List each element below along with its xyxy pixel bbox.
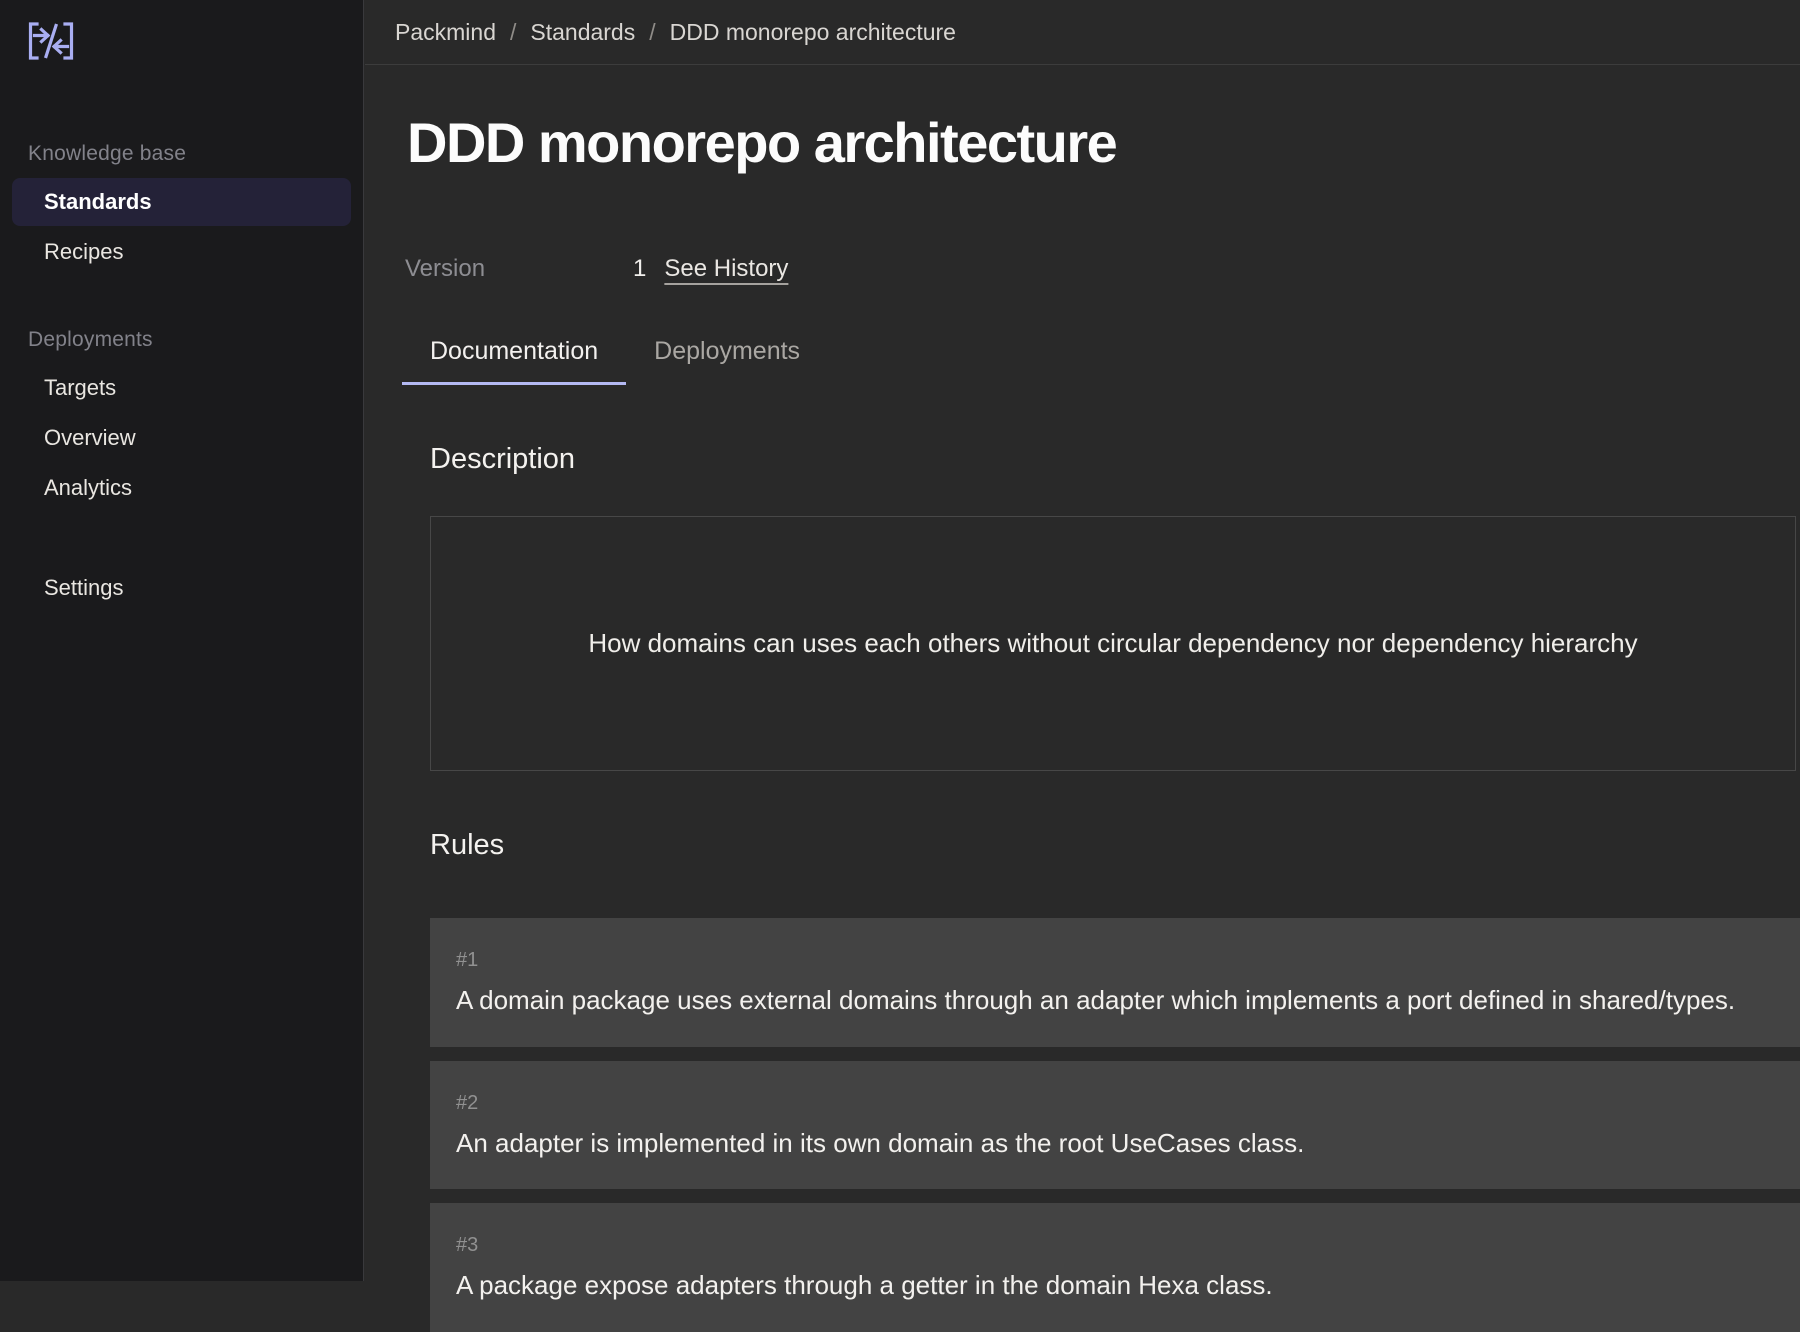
- breadcrumb-separator: /: [649, 19, 655, 46]
- tab-deployments[interactable]: Deployments: [626, 329, 828, 385]
- version-value: 1: [633, 255, 646, 283]
- sidebar-item-label: Targets: [28, 375, 335, 401]
- rule-text: A domain package uses external domains t…: [456, 984, 1774, 1017]
- version-label: Version: [405, 255, 633, 283]
- rule-card: #3 A package expose adapters through a g…: [430, 1203, 1800, 1332]
- main-area: Packmind / Standards / DDD monorepo arch…: [365, 0, 1800, 1281]
- packmind-logo-icon: [26, 20, 76, 62]
- sidebar-spacer: [0, 278, 363, 312]
- sidebar-item-settings[interactable]: Settings: [12, 564, 351, 612]
- rule-card: #2 An adapter is implemented in its own …: [430, 1061, 1800, 1190]
- sidebar-item-label: Settings: [28, 575, 335, 601]
- tab-bar: Documentation Deployments: [402, 329, 1800, 385]
- version-row: Version 1 See History: [405, 255, 1800, 283]
- rule-number: #1: [456, 949, 1774, 972]
- rule-number: #2: [456, 1092, 1774, 1115]
- sidebar-item-standards[interactable]: Standards: [12, 178, 351, 226]
- sidebar-item-targets[interactable]: Targets: [12, 364, 351, 412]
- rule-text: A package expose adapters through a gett…: [456, 1269, 1774, 1302]
- sidebar-item-recipes[interactable]: Recipes: [12, 228, 351, 276]
- sidebar-item-label: Analytics: [28, 475, 335, 501]
- documentation-panel: Description How domains can uses each ot…: [430, 443, 1796, 1332]
- description-box: How domains can uses each others without…: [430, 516, 1796, 771]
- breadcrumb-standards[interactable]: Standards: [530, 19, 635, 46]
- rules-list: #1 A domain package uses external domain…: [430, 918, 1800, 1332]
- rules-heading: Rules: [430, 829, 1796, 862]
- see-history-link[interactable]: See History: [664, 255, 788, 283]
- sidebar-spacer: [0, 514, 363, 562]
- sidebar-item-overview[interactable]: Overview: [12, 414, 351, 462]
- breadcrumb-current-page: DDD monorepo architecture: [670, 19, 956, 46]
- sidebar-item-label: Recipes: [28, 239, 335, 265]
- sidebar-item-analytics[interactable]: Analytics: [12, 464, 351, 512]
- top-bar: Packmind / Standards / DDD monorepo arch…: [365, 0, 1800, 65]
- description-text: How domains can uses each others without…: [558, 628, 1667, 659]
- description-heading: Description: [430, 443, 1796, 476]
- page-content: DDD monorepo architecture Version 1 See …: [365, 111, 1800, 1332]
- rule-number: #3: [456, 1234, 1774, 1257]
- sidebar-section-knowledge-base: Knowledge base: [0, 132, 363, 176]
- breadcrumb-separator: /: [510, 19, 516, 46]
- tab-documentation[interactable]: Documentation: [402, 329, 626, 385]
- sidebar-item-label: Standards: [28, 189, 335, 215]
- breadcrumb-packmind[interactable]: Packmind: [395, 19, 496, 46]
- breadcrumb: Packmind / Standards / DDD monorepo arch…: [395, 19, 956, 46]
- page-title: DDD monorepo architecture: [407, 111, 1800, 175]
- rule-text: An adapter is implemented in its own dom…: [456, 1127, 1774, 1160]
- sidebar-nav: Knowledge base Standards Recipes Deploym…: [0, 132, 363, 612]
- sidebar-item-label: Overview: [28, 425, 335, 451]
- packmind-logo[interactable]: [26, 20, 76, 62]
- rule-card: #1 A domain package uses external domain…: [430, 918, 1800, 1047]
- sidebar: Knowledge base Standards Recipes Deploym…: [0, 0, 364, 1281]
- sidebar-section-deployments: Deployments: [0, 318, 363, 362]
